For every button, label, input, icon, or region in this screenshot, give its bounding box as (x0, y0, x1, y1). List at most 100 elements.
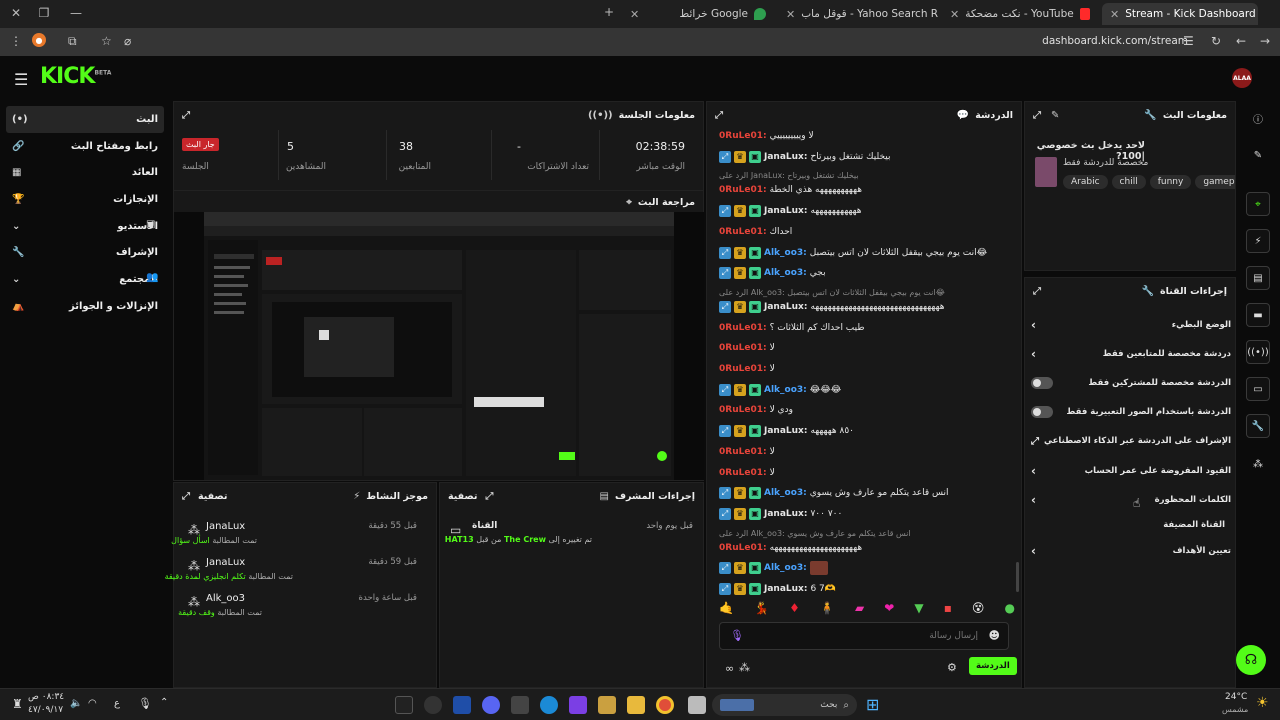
sidebar-item-studio[interactable]: الاستديو ⌄ (6, 213, 164, 240)
tag[interactable]: Arabic (1063, 175, 1108, 189)
close-tab-icon[interactable]: ✕ (630, 8, 639, 21)
emote-icon[interactable]: ● (1005, 601, 1015, 615)
chat-username[interactable]: Alk_oo3: (764, 563, 807, 573)
chat-username[interactable]: Alk_oo3: (764, 248, 807, 258)
chat-username[interactable]: JanaLux: (764, 584, 807, 594)
ai-moderation-row[interactable]: الإشراف على الدردشة عبر الذكاء الاصطناعي… (1031, 430, 1231, 452)
chat-username[interactable]: 0RuLe01: (719, 227, 767, 237)
chat-message[interactable]: ⤢ ♛ ▣ JanaLux: ٨٥٠ هههههه (719, 423, 1015, 439)
extensions-icon[interactable]: ⧉ (68, 34, 77, 49)
chat-message[interactable]: 0RuLe01: لا ويييييييييي (719, 128, 1015, 144)
minimize-window-icon[interactable]: — (64, 6, 88, 20)
emoji-icon[interactable]: ☻ (989, 629, 1000, 642)
hamburger-menu-icon[interactable]: ☰ (14, 70, 28, 89)
infinity-icon[interactable]: ∞ (725, 662, 734, 675)
category-name[interactable]: مخصصة للدردشة فقط (1063, 158, 1148, 168)
chat-message[interactable]: 0RuLe01: ودي لا (719, 402, 1015, 418)
volume-icon[interactable]: 🔈 (70, 698, 82, 709)
tag[interactable]: gameplay (1195, 175, 1235, 189)
emote-icon[interactable]: 💃 (754, 601, 769, 615)
activity-user[interactable]: JanaLux (206, 521, 245, 532)
chat-send-button[interactable]: الدردشة (969, 657, 1017, 675)
chat-icon[interactable]: ▬ (1246, 303, 1270, 327)
chat-username[interactable]: 0RuLe01: (719, 447, 767, 457)
sidebar-item-stream-key[interactable]: رابط ومفتاح البث 🔗 (6, 133, 164, 160)
filter-button[interactable]: تصفية (448, 491, 477, 502)
chat-message[interactable]: ⤢ ♛ ▣ Alk_oo3: انس قاعد يتكلم مو عارف وش يسو… (719, 485, 1015, 501)
sun-icon[interactable]: ☀ (1256, 695, 1269, 711)
banned-words-row[interactable]: الكلمات المحظورة › (1031, 489, 1231, 511)
tab-youtube[interactable]: ✕ نكت مضحكة - YouTube (942, 3, 1098, 25)
expand-icon[interactable]: ⤢ (485, 491, 493, 502)
url-text[interactable]: dashboard.kick.com/stream (1042, 35, 1188, 47)
emote-icon[interactable]: ❤ (884, 601, 894, 615)
chat-message[interactable]: 0RuLe01: طيب احداك كم الثلاثات ؟ (719, 320, 1015, 336)
chat-message[interactable]: ⤢ ♛ ▣ JanaLux: هههههههههههه (719, 203, 1015, 219)
expand-icon[interactable]: ⤢ (1033, 110, 1041, 121)
maximize-window-icon[interactable]: ❐ (32, 6, 56, 20)
chat-username[interactable]: Alk_oo3: (764, 488, 807, 498)
stream-preview-video[interactable] (174, 212, 704, 480)
chat-message[interactable]: ⤢ ♛ ▣ JanaLux: ههههههههههههههههههههههههههههه… (719, 299, 1015, 315)
eye-off-icon[interactable]: ⌀ (124, 34, 131, 48)
tab-kick-dashboard[interactable]: ✕ Stream - Kick Dashboard (1102, 3, 1258, 25)
chat-scrollbar[interactable] (1016, 562, 1019, 592)
chat-message[interactable]: 0RuLe01: لا (719, 361, 1015, 377)
sidebar-item-community[interactable]: المجتمع ⌄ (6, 266, 164, 293)
clock-time[interactable]: ٠٨:٣٤ ص (28, 692, 64, 702)
app-icon[interactable] (424, 696, 442, 714)
edit-pencil-icon[interactable]: ✎ (1051, 110, 1059, 121)
copilot-icon[interactable] (569, 696, 587, 714)
notification-bell-icon[interactable]: ♜ (12, 697, 23, 711)
settings-gear-icon[interactable]: ⚙ (947, 661, 957, 674)
profile-icon[interactable]: ● (32, 33, 46, 47)
chat-message[interactable]: ⤢ ♛ ▣ Alk_oo3: (719, 560, 1015, 576)
security-icon[interactable] (453, 696, 471, 714)
bookmark-star-icon[interactable]: ☆ (101, 34, 112, 48)
set-goals-row[interactable]: تعيين الأهداف › (1031, 540, 1231, 562)
chat-username[interactable]: 0RuLe01: (719, 185, 767, 195)
forward-icon[interactable]: → (1260, 34, 1270, 48)
chat-username[interactable]: JanaLux: (764, 426, 807, 436)
camera-icon[interactable]: ⌖ (1246, 192, 1270, 216)
wrench-icon[interactable]: 🔧 (1246, 414, 1270, 438)
weather-desc[interactable]: مشمس (1222, 705, 1248, 714)
chat-message[interactable]: 0RuLe01: هههههههههههههههههههههه (719, 540, 1015, 556)
chevron-up-icon[interactable]: ⌃ (160, 697, 168, 708)
chat-username[interactable]: 0RuLe01: (719, 468, 767, 478)
wifi-icon[interactable]: ◠ (88, 698, 97, 709)
tag[interactable]: chill (1111, 175, 1146, 189)
sidebar-item-stream[interactable]: البث (•) (6, 106, 164, 133)
followers-only-row[interactable]: دردشة مخصصة للمتابعين فقط › (1031, 343, 1231, 365)
taskbar-search[interactable]: بحث ⌕ (712, 694, 857, 716)
edge-icon[interactable] (540, 696, 558, 714)
new-tab-icon[interactable]: + (597, 5, 621, 19)
avatar[interactable]: ALAA (1232, 68, 1252, 88)
more-menu-icon[interactable]: ⋮ (10, 34, 22, 48)
xbox-icon[interactable] (395, 696, 413, 714)
chat-message[interactable]: ⤢ ♛ ▣ Alk_oo3: 😂😂😂 (719, 382, 1015, 398)
chat-username[interactable]: JanaLux: (764, 509, 807, 519)
store-icon[interactable] (511, 696, 529, 714)
chat-message[interactable]: 0RuLe01: لا (719, 340, 1015, 356)
microphone-icon[interactable]: 🎙 (138, 697, 152, 710)
chat-message[interactable]: ⤢ ♛ ▣ JanaLux: ٧٠٠ ٧٠٠ (719, 506, 1015, 522)
chat-message[interactable]: ⤢ ♛ ▣ Alk_oo3: انت يوم بيجي بيقفل الثلاثات ل… (719, 245, 1015, 261)
sidebar-item-revenue[interactable]: العائد ▦ (6, 159, 164, 186)
points-icon[interactable]: ⁂ (1246, 452, 1270, 476)
slow-mode-row[interactable]: الوضع البطيء › (1031, 314, 1231, 336)
chrome-icon[interactable] (656, 696, 674, 714)
chat-username[interactable]: 0RuLe01: (719, 543, 767, 553)
chat-message[interactable]: 0RuLe01: ههههههههههه هذي الخطة (719, 182, 1015, 198)
chat-username[interactable]: Alk_oo3: (764, 268, 807, 278)
chat-message[interactable]: 0RuLe01: احداك (719, 224, 1015, 240)
activity-user[interactable]: JanaLux (206, 557, 245, 568)
windows-start-icon[interactable]: ⊞ (866, 695, 879, 714)
tab-yahoo[interactable]: ✕ قوقل ماب - Yahoo Search Results (778, 3, 938, 25)
emote-only-toggle[interactable] (1031, 406, 1053, 418)
close-window-icon[interactable]: ✕ (4, 6, 28, 20)
chat-username[interactable]: JanaLux: (764, 206, 807, 216)
emote-icon[interactable]: ▪ (944, 601, 952, 615)
account-age-row[interactable]: القيود المفروضة على عمر الحساب › (1031, 460, 1231, 482)
cube-icon[interactable] (598, 696, 616, 714)
